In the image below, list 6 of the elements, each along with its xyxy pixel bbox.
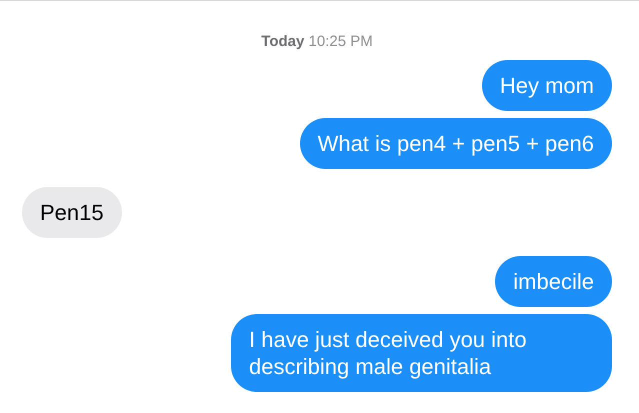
received-message-bubble: Pen15 xyxy=(22,187,122,238)
sent-message-bubble: imbecile xyxy=(495,256,612,307)
sent-message-bubble: Hey mom xyxy=(482,60,612,111)
sent-message-bubble: What is pen4 + pen5 + pen6 xyxy=(300,118,612,169)
timestamp: Today 10:25 PM xyxy=(261,33,373,50)
sent-message-bubble: I have just deceived you into describing male genitalia xyxy=(231,314,612,392)
